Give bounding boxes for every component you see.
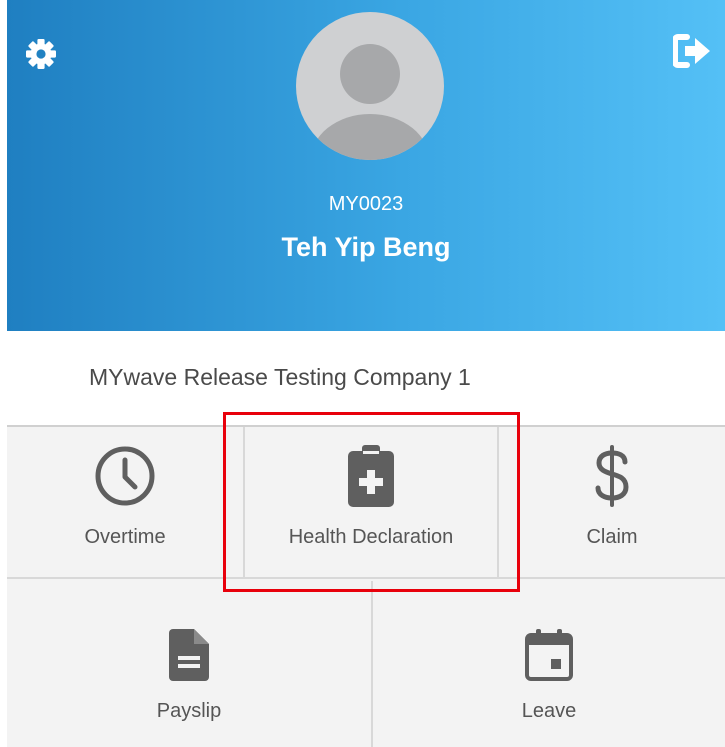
leave-button[interactable]: Leave <box>373 581 725 747</box>
payslip-button[interactable]: Payslip <box>7 581 373 747</box>
profile-header: MY0023 Teh Yip Beng <box>7 0 725 331</box>
employee-id: MY0023 <box>328 193 404 215</box>
claim-label: Claim <box>586 526 638 548</box>
menu-grid: Overtime Health Declaration Claim Paysli… <box>7 425 725 747</box>
employee-name: Teh Yip Beng <box>281 232 451 262</box>
claim-button[interactable]: Claim <box>499 427 725 579</box>
sign-out-icon[interactable] <box>673 34 713 68</box>
calendar-icon <box>525 621 573 681</box>
leave-label: Leave <box>521 700 577 722</box>
company-name: MYwave Release Testing Company 1 <box>89 364 471 390</box>
overtime-button[interactable]: Overtime <box>7 427 245 579</box>
gear-icon[interactable] <box>24 37 58 71</box>
clock-icon <box>94 446 156 507</box>
health-declaration-button[interactable]: Health Declaration <box>245 427 499 579</box>
payslip-label: Payslip <box>156 700 222 722</box>
overtime-label: Overtime <box>84 526 166 548</box>
medical-clipboard-icon <box>348 445 394 507</box>
dollar-icon <box>594 445 630 507</box>
document-icon <box>169 621 209 681</box>
avatar[interactable] <box>296 12 444 160</box>
health-declaration-label: Health Declaration <box>288 526 454 548</box>
